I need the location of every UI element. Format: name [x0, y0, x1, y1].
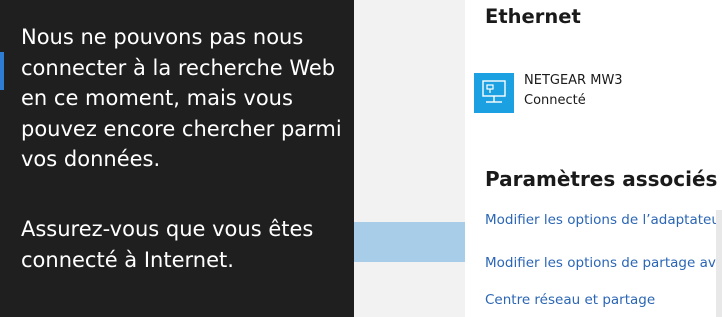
ethernet-settings-panel: Ethernet NETGEAR MW3 Connecté Paramètres… — [465, 0, 722, 317]
settings-nav-strip — [354, 0, 465, 317]
search-flyout: Nous ne pouvons pas nous connecter à la … — [0, 0, 354, 317]
connection-hint: Assurez-vous que vous êtes connecté à In… — [21, 217, 314, 272]
change-adapter-options-link[interactable]: Modifier les options de l’adaptateur — [485, 212, 722, 228]
monitor-network-icon — [482, 80, 506, 103]
network-sharing-center-link[interactable]: Centre réseau et partage — [485, 292, 655, 308]
change-sharing-options-link[interactable]: Modifier les options de partage avan — [485, 255, 722, 271]
network-adapter-icon[interactable] — [474, 73, 514, 113]
network-status: Connecté — [524, 93, 586, 108]
related-settings-heading: Paramètres associés — [485, 167, 718, 191]
ethernet-heading: Ethernet — [485, 5, 581, 28]
offline-message: Nous ne pouvons pas nous connecter à la … — [21, 25, 342, 171]
selected-nav-highlight[interactable] — [354, 222, 465, 262]
scrollbar-track[interactable] — [716, 210, 722, 317]
network-name[interactable]: NETGEAR MW3 — [524, 73, 623, 88]
flyout-accent-bar — [0, 52, 4, 90]
